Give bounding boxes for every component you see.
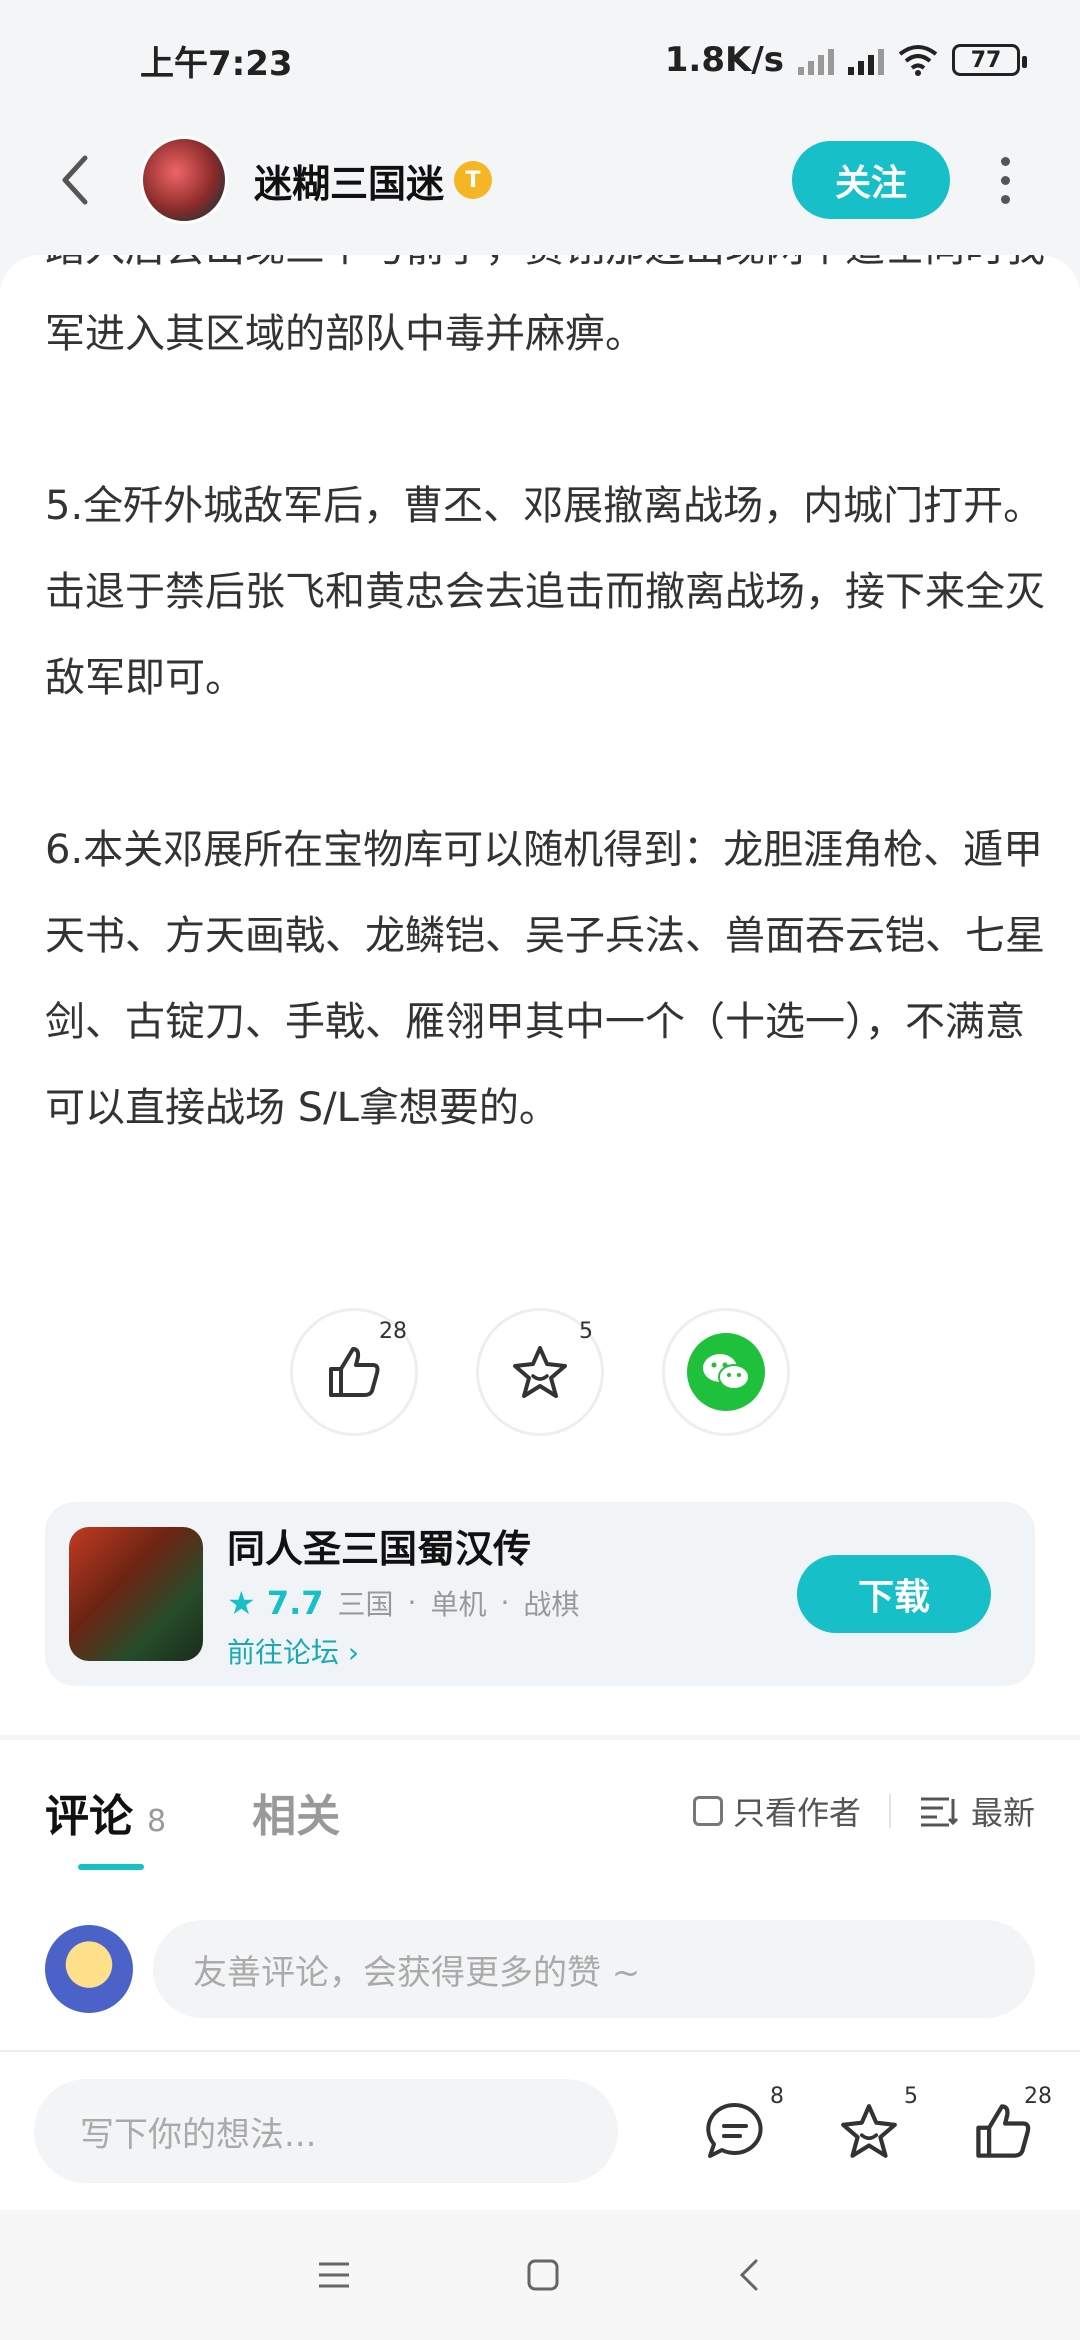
author-name[interactable]: 迷糊三国迷	[254, 153, 444, 208]
user-avatar	[45, 1925, 133, 2013]
like-count: 28	[379, 1319, 407, 1344]
article-paragraph: 6.本关邓展所在宝物库可以随机得到：龙胆涯角枪、遁甲天书、方天画戟、龙鳞铠、吴子…	[45, 827, 1045, 1131]
author-only-checkbox[interactable]	[692, 1796, 723, 1826]
network-speed: 1.8K/s	[664, 40, 784, 80]
thumbs-up-icon	[976, 2104, 1031, 2158]
status-indicators: 1.8K/s 77	[664, 40, 1027, 80]
status-time: 上午7:23	[140, 43, 293, 84]
active-tab-indicator	[78, 1864, 144, 1870]
star-icon	[841, 2104, 897, 2158]
comment-composer: 友善评论，会获得更多的赞 ~	[45, 1920, 1035, 2018]
bottom-action-bar: 写下你的想法... 8 5 28	[0, 2050, 1080, 2210]
bottom-favorite-count: 5	[904, 2084, 918, 2109]
reaction-bar: 28 5	[0, 1308, 1080, 1436]
comment-count: 8	[147, 1804, 167, 1839]
signal-icon	[848, 45, 884, 75]
game-meta: ★ 7.7 三国 · 单机 · 战棋	[227, 1583, 580, 1622]
comment-tabs: 评论 8 相关	[45, 1780, 340, 1844]
more-options-button[interactable]	[970, 140, 1040, 220]
level-badge-icon: T	[454, 161, 493, 199]
game-tag: 三国	[337, 1587, 394, 1621]
tab-comments[interactable]: 评论	[45, 1780, 133, 1844]
wechat-icon	[687, 1333, 765, 1411]
bottom-favorite-button[interactable]: 5	[836, 2084, 918, 2164]
share-wechat-button[interactable]	[662, 1308, 790, 1436]
game-title[interactable]: 同人圣三国蜀汉传	[227, 1518, 579, 1573]
chevron-right-icon: ›	[347, 1635, 360, 1669]
bottom-like-count: 28	[1024, 2084, 1052, 2109]
game-tag: 单机	[430, 1587, 487, 1621]
battery-icon: 77	[952, 44, 1027, 76]
article-paragraph: 踏入后会出现三个弓箭手，贾诩那边出现两个道士同时我军进入其区域的部队中毒并麻痹。	[45, 255, 1045, 357]
game-icon[interactable]	[69, 1527, 203, 1661]
system-nav-bar	[0, 2210, 1080, 2340]
author-only-label[interactable]: 只看作者	[733, 1788, 861, 1834]
comment-input[interactable]: 友善评论，会获得更多的赞 ~	[153, 1920, 1035, 2018]
chevron-left-icon	[62, 155, 88, 205]
follow-button[interactable]: 关注	[792, 141, 950, 219]
game-card[interactable]: 同人圣三国蜀汉传 ★ 7.7 三国 · 单机 · 战棋 前往论坛 › 下载	[45, 1502, 1035, 1686]
forum-link[interactable]: 前往论坛 ›	[227, 1631, 579, 1671]
author-avatar[interactable]	[140, 136, 228, 224]
back-button[interactable]	[40, 140, 110, 220]
sort-label[interactable]: 最新	[971, 1788, 1035, 1834]
game-tag: 战棋	[523, 1587, 580, 1621]
signal-icon	[798, 45, 834, 75]
game-score: ★ 7.7	[227, 1583, 324, 1622]
comment-icon	[706, 2102, 763, 2158]
favorite-button[interactable]: 5	[476, 1308, 604, 1436]
like-button[interactable]: 28	[290, 1308, 418, 1436]
thought-input[interactable]: 写下你的想法...	[34, 2079, 618, 2183]
menu-icon[interactable]	[316, 2259, 352, 2291]
comment-button[interactable]: 8	[702, 2084, 784, 2164]
favorite-count: 5	[579, 1319, 593, 1344]
post-header: 迷糊三国迷 T 关注	[0, 120, 1080, 240]
wifi-icon	[898, 45, 938, 76]
article-paragraph: 5.全歼外城敌军后，曹丕、邓展撤离战场，内城门打开。击退于禁后张飞和黄忠会去追击…	[45, 483, 1045, 701]
article-text: 踏入后会出现三个弓箭手，贾诩那边出现两个道士同时我军进入其区域的部队中毒并麻痹。…	[45, 255, 1045, 1151]
bottom-comment-count: 8	[770, 2084, 784, 2109]
comments-section: 评论 8 相关 只看作者 最新 友善评论，会获得更多的赞 ~	[0, 1740, 1080, 2050]
game-score-value: 7.7	[266, 1583, 324, 1622]
sort-icon[interactable]	[919, 1795, 959, 1827]
thumbs-up-icon	[329, 1347, 380, 1397]
back-nav-icon[interactable]	[734, 2257, 764, 2293]
comment-filters: 只看作者 最新	[692, 1788, 1035, 1834]
bottom-actions: 8 5 28	[702, 2084, 1052, 2164]
home-icon[interactable]	[525, 2257, 561, 2293]
bottom-like-button[interactable]: 28	[970, 2084, 1052, 2164]
game-info: 同人圣三国蜀汉传 ★ 7.7 三国 · 单机 · 战棋 前往论坛 ›	[227, 1518, 579, 1671]
download-button[interactable]: 下载	[797, 1555, 991, 1633]
tab-related[interactable]: 相关	[252, 1780, 340, 1844]
star-icon	[513, 1346, 567, 1398]
status-bar: 上午7:23 1.8K/s 77	[0, 0, 1080, 120]
